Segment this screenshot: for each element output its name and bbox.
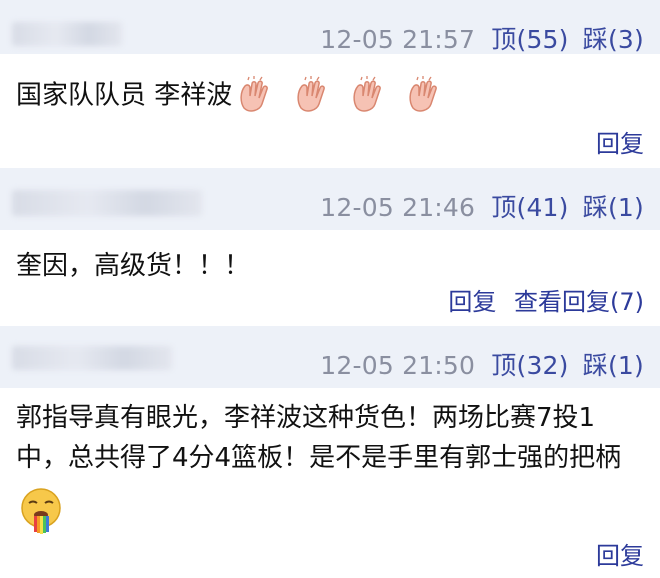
comment-text: 郭指导真有眼光，李祥波这种货色！两场比赛7投1 中，总共得了4分4篮板！是不是手…	[16, 398, 646, 478]
username-blurred	[12, 190, 202, 216]
comment-actions: 回复	[596, 124, 644, 159]
clap-hands-icon	[240, 76, 269, 112]
comment-timestamp: 12-05 21:57	[320, 25, 476, 54]
username-blurred	[12, 22, 122, 46]
comment-text: 国家队队员 李祥波	[16, 74, 646, 118]
comment-timestamp: 12-05 21:50	[320, 351, 476, 380]
comment-item: 12-05 21:57 顶(55) 踩(3) 国家队队员 李祥波 回复	[0, 0, 660, 169]
comment-meta: 12-05 21:46 顶(41) 踩(1)	[320, 188, 644, 224]
upvote-button[interactable]: 顶(55)	[491, 25, 568, 54]
downvote-button[interactable]: 踩(1)	[583, 351, 644, 380]
view-replies-button[interactable]: 查看回复(7)	[514, 288, 644, 316]
reply-button[interactable]: 回复	[596, 542, 644, 570]
comment-actions: 回复 查看回复(7)	[448, 282, 644, 317]
comment-text-line: 郭指导真有眼光，李祥波这种货色！两场比赛7投1	[16, 403, 596, 433]
reply-button[interactable]: 回复	[448, 288, 496, 316]
downvote-button[interactable]: 踩(3)	[583, 25, 644, 54]
downvote-button[interactable]: 踩(1)	[583, 193, 644, 222]
reply-button[interactable]: 回复	[596, 130, 644, 158]
comment-text: 奎因，高级货！！！	[16, 251, 251, 281]
comment-timestamp: 12-05 21:46	[320, 193, 476, 222]
clap-hands-icon	[296, 76, 325, 112]
clap-emoji-group	[234, 74, 451, 118]
comment-actions: 回复	[596, 536, 644, 571]
comment-header: 12-05 21:50 顶(32) 踩(1)	[0, 326, 660, 388]
comment-text-content: 国家队队员 李祥波	[16, 80, 233, 111]
rainbow-vomit-icon	[21, 488, 61, 534]
comment-meta: 12-05 21:50 顶(32) 踩(1)	[320, 346, 644, 382]
clap-hands-icon	[409, 76, 437, 112]
username-blurred	[12, 346, 172, 370]
comment-text-line: 中，总共得了4分4篮板！是不是手里有郭士强的把柄	[16, 443, 622, 473]
comment-header: 12-05 21:57 顶(55) 踩(3)	[0, 0, 660, 54]
clap-hands-icon	[353, 76, 381, 112]
comment-item: 12-05 21:50 顶(32) 踩(1) 郭指导真有眼光，李祥波这种货色！两…	[0, 326, 660, 578]
upvote-button[interactable]: 顶(32)	[491, 351, 568, 380]
comment-meta: 12-05 21:57 顶(55) 踩(3)	[320, 20, 644, 56]
comment-item: 12-05 21:46 顶(41) 踩(1) 奎因，高级货！！！ 回复 查看回复…	[0, 168, 660, 327]
upvote-button[interactable]: 顶(41)	[491, 193, 568, 222]
comment-header: 12-05 21:46 顶(41) 踩(1)	[0, 168, 660, 230]
